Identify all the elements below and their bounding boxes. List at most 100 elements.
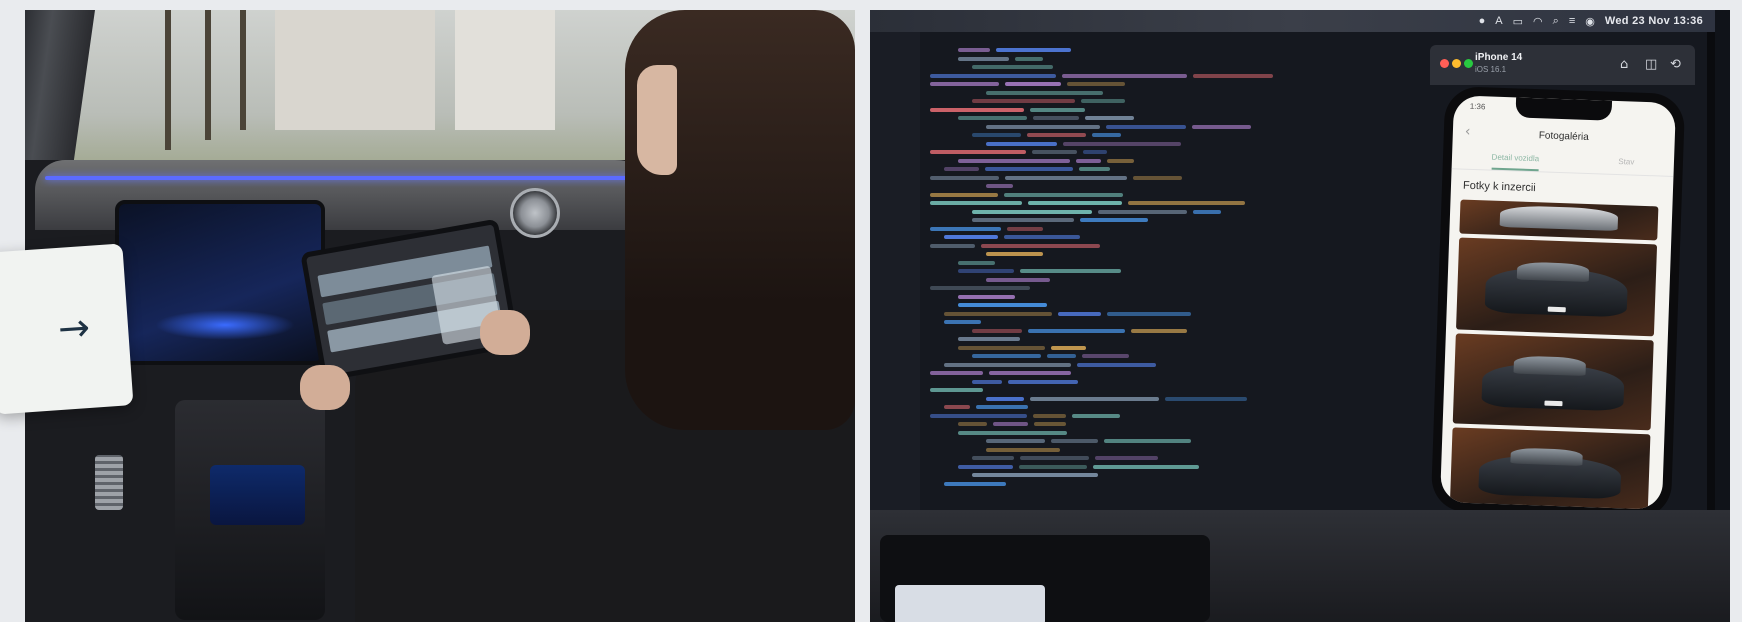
- code-line: [1020, 456, 1089, 460]
- home-icon[interactable]: ⌂: [1620, 57, 1628, 72]
- tree: [165, 10, 171, 150]
- code-line: [1020, 269, 1121, 273]
- code-line: [1092, 133, 1121, 137]
- code-line: [1085, 116, 1134, 120]
- code-line: [958, 158, 1070, 163]
- code-line: [1079, 167, 1110, 171]
- code-line: [930, 192, 998, 197]
- code-line: [958, 48, 990, 52]
- code-line: [958, 294, 1015, 299]
- code-line: [944, 167, 979, 171]
- menubar-clock[interactable]: Wed 23 Nov 13:36: [1605, 15, 1703, 27]
- code-line: [972, 209, 1092, 214]
- code-line: [1005, 175, 1127, 180]
- battery-icon[interactable]: ▭: [1513, 15, 1523, 28]
- code-line: [1030, 107, 1085, 112]
- rotate-icon[interactable]: ⟲: [1670, 57, 1681, 72]
- gallery-photo[interactable]: [1452, 333, 1654, 431]
- wheel-detail: [1499, 204, 1619, 232]
- monitor-screen: ● A ▭ ◠ ⌕ ≡ ◉ Wed 23 Nov 13:36 iPhone 14…: [870, 10, 1715, 520]
- code-line: [1028, 201, 1122, 205]
- ambient-light-strip: [45, 176, 655, 180]
- tab-detail[interactable]: Detail vozidla: [1491, 152, 1540, 172]
- code-line: [1072, 413, 1120, 418]
- code-line: [972, 65, 1053, 69]
- arrow-right-icon: →: [56, 304, 92, 352]
- person-face: [637, 65, 677, 175]
- code-line: [986, 439, 1045, 443]
- code-line: [1083, 150, 1107, 154]
- car-window: [1517, 261, 1590, 283]
- left-hand: [300, 365, 350, 410]
- iphone-simulator: 1:36 ‹ Fotogaléria Detail vozidla Stav F…: [1430, 85, 1686, 520]
- code-line: [1063, 141, 1181, 146]
- simulator-device-name: iPhone 14: [1475, 52, 1523, 63]
- status-time: 1:36: [1469, 101, 1486, 112]
- code-line: [996, 48, 1071, 52]
- code-line: [930, 286, 1030, 290]
- mac-menubar: ● A ▭ ◠ ⌕ ≡ ◉ Wed 23 Nov 13:36: [870, 10, 1715, 32]
- line-numbers: [870, 10, 920, 510]
- screenshot-icon[interactable]: ◫: [1645, 57, 1657, 72]
- collage: → ● A ▭ ◠ ⌕ ≡ ◉ Wed 23 Nov 13:36 iPhone …: [0, 0, 1742, 622]
- code-line: [1019, 464, 1087, 469]
- next-slide-button[interactable]: →: [0, 243, 134, 415]
- screen-title: Fotogaléria: [1538, 130, 1589, 143]
- code-line: [958, 430, 1067, 435]
- code-line: [944, 362, 1071, 367]
- search-icon[interactable]: ⌕: [1553, 15, 1559, 28]
- code-line: [930, 82, 999, 86]
- zoom-window-button[interactable]: [1464, 59, 1473, 68]
- code-line: [958, 269, 1014, 273]
- a-icon[interactable]: A: [1495, 15, 1502, 27]
- app-icon[interactable]: ●: [1479, 15, 1486, 27]
- code-line: [1007, 226, 1043, 231]
- siri-icon[interactable]: ◉: [1585, 15, 1595, 28]
- license-plate: [1544, 400, 1563, 407]
- code-line: [944, 481, 1006, 486]
- tree: [240, 10, 246, 130]
- code-line: [1193, 73, 1273, 78]
- code-line: [930, 150, 1026, 154]
- developer-monitor-photo: ● A ▭ ◠ ⌕ ≡ ◉ Wed 23 Nov 13:36 iPhone 14…: [870, 10, 1730, 622]
- code-line: [1093, 464, 1199, 469]
- tab-bar: Detail vozidla Stav: [1451, 151, 1675, 177]
- code-line: [1081, 99, 1125, 103]
- phone-screen: 1:36 ‹ Fotogaléria Detail vozidla Stav F…: [1439, 95, 1677, 510]
- gallery-photo[interactable]: [1449, 427, 1651, 510]
- code-line: [986, 447, 1060, 452]
- tree: [205, 10, 211, 140]
- code-line: [986, 277, 1050, 282]
- gallery-photo[interactable]: [1455, 237, 1658, 337]
- code-line: [1107, 311, 1191, 316]
- control-center-icon[interactable]: ≡: [1569, 15, 1575, 27]
- code-line: [930, 371, 983, 375]
- code-line: [958, 422, 987, 426]
- code-line: [1004, 192, 1123, 197]
- code-line: [1077, 362, 1156, 367]
- code-line: [1165, 396, 1247, 401]
- close-window-button[interactable]: [1440, 59, 1449, 68]
- code-line: [1008, 379, 1078, 384]
- simulator-os-version: iOS 16.1: [1475, 65, 1507, 74]
- code-line: [944, 320, 981, 324]
- code-line: [972, 133, 1021, 137]
- code-line: [986, 396, 1024, 401]
- code-line: [958, 345, 1045, 350]
- minimize-window-button[interactable]: [1452, 59, 1461, 68]
- wifi-icon[interactable]: ◠: [1533, 15, 1543, 28]
- tab-stav[interactable]: Stav: [1618, 157, 1634, 175]
- code-line: [930, 226, 1001, 231]
- gallery-photo[interactable]: [1459, 199, 1659, 241]
- code-line: [958, 337, 1020, 341]
- code-line: [1028, 328, 1125, 333]
- laptop-screen: [895, 585, 1045, 622]
- code-line: [1082, 354, 1129, 358]
- code-line: [1047, 354, 1076, 358]
- code-line: [1080, 218, 1148, 222]
- building: [455, 10, 555, 130]
- building: [275, 10, 435, 130]
- code-line: [1062, 73, 1187, 78]
- code-line: [930, 73, 1056, 78]
- code-line: [976, 405, 1028, 409]
